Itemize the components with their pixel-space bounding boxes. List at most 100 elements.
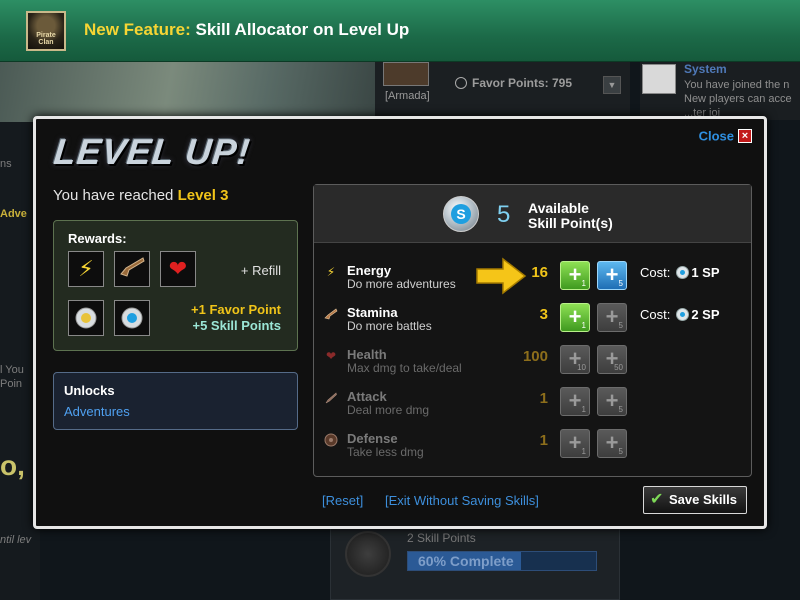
skill-value: 3: [539, 306, 548, 323]
game-logo-text: Pirate Clan: [36, 32, 56, 46]
system-title: System: [684, 62, 727, 76]
pistol-icon: [114, 251, 150, 287]
favor-points: Favor Points: 795: [455, 76, 572, 90]
skill-coin-graphic: [121, 307, 143, 329]
cost-value: 2 SP: [691, 307, 720, 322]
skill-value: 1: [539, 432, 548, 449]
button-amount: 1: [581, 279, 586, 288]
heart-icon: ❤: [160, 251, 196, 287]
energy-cost: Cost: 1 SP: [640, 265, 720, 280]
pistol-graphic: [324, 308, 338, 320]
skill-name: Attack: [347, 389, 387, 404]
bg-left-text: o,: [0, 450, 25, 481]
close-button[interactable]: Close ×: [699, 127, 752, 145]
sword-graphic: [325, 392, 337, 404]
available-label-line2: Skill Point(s): [528, 215, 613, 231]
background-progress-card: 2 Skill Points 60% Complete: [330, 520, 620, 600]
refill-reward: + Refill: [240, 263, 281, 278]
progress-bar: 60% Complete: [407, 551, 597, 571]
button-amount: 50: [614, 363, 623, 372]
cost-label: Cost:: [640, 307, 671, 322]
checkmark-icon: ✔: [650, 491, 664, 508]
skill-row-defense: Defense Take less dmg 1 +1 +5: [314, 429, 751, 469]
skill-value: 1: [539, 390, 548, 407]
cost-value: 1 SP: [691, 265, 720, 280]
bg-left-text: Adve: [0, 208, 27, 220]
favor-coin-graphic: [75, 307, 97, 329]
close-icon[interactable]: ×: [738, 128, 752, 143]
skill-coin-icon: [114, 300, 150, 336]
level-value: Level 3: [177, 187, 229, 204]
pistol-graphic: [120, 257, 145, 277]
available-skill-points: S 5 Available Skill Point(s): [314, 185, 751, 243]
unlocks-adventures-link[interactable]: Adventures: [64, 404, 130, 419]
armada-label: [Armada]: [385, 90, 430, 102]
button-amount: 1: [581, 447, 586, 456]
button-amount: 5: [618, 405, 623, 414]
save-skills-button[interactable]: ✔ Save Skills: [643, 486, 747, 514]
banner-title-text: Skill Allocator on Level Up: [195, 20, 410, 39]
banner-prefix: New Feature:: [84, 20, 191, 39]
button-amount: 5: [618, 321, 623, 330]
stamina-cost: Cost: 2 SP: [640, 307, 720, 322]
game-logo: Pirate Clan: [26, 11, 66, 51]
system-icon: [642, 64, 676, 94]
skill-name: Energy: [347, 263, 392, 278]
bg-left-text: ntil lev: [0, 534, 32, 546]
bg-left-text: ns: [0, 158, 12, 170]
skill-coin-letter: S: [451, 204, 471, 224]
skill-coin-icon: S: [443, 196, 479, 232]
rewards-title: Rewards:: [68, 231, 127, 246]
bg-left-text: l You: [0, 364, 24, 376]
skill-desc: Do more battles: [347, 319, 432, 333]
system-line: You have joined the n: [684, 79, 790, 91]
add-1-attack-button[interactable]: +1: [560, 387, 590, 416]
skill-desc: Max dmg to take/deal: [347, 361, 462, 375]
skill-name: Stamina: [347, 305, 398, 320]
background-scene: [0, 62, 375, 122]
modal-title: LEVEL UP!: [51, 131, 253, 172]
add-5-defense-button[interactable]: +5: [597, 429, 627, 458]
level-reached: You have reached Level 3: [53, 187, 228, 204]
add-5-stamina-button[interactable]: +5: [597, 303, 627, 332]
skill-row-attack: Attack Deal more dmg 1 +1 +5: [314, 387, 751, 427]
add-50-health-button[interactable]: +50: [597, 345, 627, 374]
add-5-energy-button[interactable]: +5: [597, 261, 627, 290]
bg-left-text: Poin: [0, 378, 23, 390]
available-label: Available Skill Point(s): [528, 201, 613, 231]
unlocks-title: Unlocks: [64, 383, 115, 398]
bg-skill-points: 2 Skill Points: [407, 531, 476, 545]
available-count: 5: [497, 201, 511, 228]
lightning-icon: ⚡: [326, 265, 336, 279]
skill-desc: Deal more dmg: [347, 403, 430, 417]
player-card: [Armada] Favor Points: 795 ▼: [375, 62, 630, 120]
system-message: System You have joined the n New players…: [640, 62, 800, 120]
button-amount: 10: [577, 363, 586, 372]
lightning-icon: ⚡: [68, 251, 104, 287]
shield-graphic: [324, 433, 338, 447]
skill-name: Defense: [347, 431, 398, 446]
system-text: You have joined the n New players can ac…: [684, 78, 800, 120]
rewards-panel: Rewards: ⚡ ❤ + Refill +1 Favor Point +5 …: [53, 220, 298, 351]
add-1-stamina-button[interactable]: +1: [560, 303, 590, 332]
reset-link[interactable]: [Reset]: [322, 493, 363, 508]
skill-allocator-panel: S 5 Available Skill Point(s) ⚡ Energy Do…: [313, 184, 752, 477]
close-label[interactable]: Close: [699, 128, 734, 143]
cost-label: Cost:: [640, 265, 671, 280]
exit-without-saving-link[interactable]: [Exit Without Saving Skills]: [385, 493, 539, 508]
unlocks-panel: Unlocks Adventures: [53, 372, 298, 430]
button-amount: 5: [618, 279, 623, 288]
skill-value: 100: [522, 348, 548, 365]
skill-name: Health: [347, 347, 387, 362]
add-1-energy-button[interactable]: +1: [560, 261, 590, 290]
skill-points-reward: +5 Skill Points: [192, 318, 281, 333]
add-1-defense-button[interactable]: +1: [560, 429, 590, 458]
chevron-down-icon[interactable]: ▼: [603, 76, 621, 94]
arrow-pointer-icon: [476, 257, 527, 295]
skill-desc: Take less dmg: [347, 445, 424, 459]
add-10-health-button[interactable]: +10: [560, 345, 590, 374]
banner-title: New Feature: Skill Allocator on Level Up: [84, 20, 409, 40]
add-5-attack-button[interactable]: +5: [597, 387, 627, 416]
pistol-icon: [324, 307, 338, 321]
player-portrait: [383, 62, 429, 86]
